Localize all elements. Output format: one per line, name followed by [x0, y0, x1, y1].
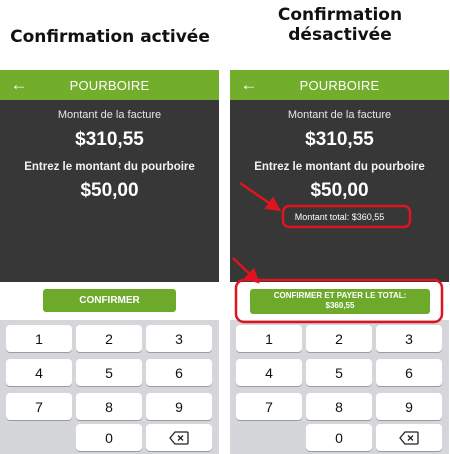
key-7[interactable]: 7 — [236, 393, 302, 420]
key-8[interactable]: 8 — [306, 393, 372, 420]
confirm-button[interactable]: CONFIRMER — [43, 289, 176, 312]
key-0[interactable]: 0 — [306, 424, 372, 451]
arrow-left-icon[interactable]: ← — [10, 75, 28, 95]
key-5[interactable]: 5 — [306, 359, 372, 386]
heading-line-2: désactivée — [288, 25, 392, 45]
tip-label: Entrez le montant du pourboire — [254, 161, 425, 173]
key-2[interactable]: 2 — [76, 325, 142, 352]
backspace-icon — [169, 430, 189, 445]
confirm-pay-amount: $360,55 — [325, 301, 355, 310]
key-7[interactable]: 7 — [6, 393, 72, 420]
app-bar-title: POURBOIRE — [299, 77, 380, 93]
amount-panel: Montant de la facture $310,55 Entrez le … — [230, 100, 449, 282]
app-bar: ← POURBOIRE — [230, 70, 449, 100]
key-9[interactable]: 9 — [376, 393, 442, 420]
backspace-key[interactable] — [376, 424, 442, 451]
key-6[interactable]: 6 — [376, 359, 442, 386]
arrow-left-icon[interactable]: ← — [240, 75, 258, 95]
key-5[interactable]: 5 — [76, 359, 142, 386]
amount-panel: Montant de la facture $310,55 Entrez le … — [0, 100, 219, 282]
key-empty — [236, 424, 302, 451]
key-9[interactable]: 9 — [146, 393, 212, 420]
app-bar: ← POURBOIRE — [0, 70, 219, 100]
confirm-and-pay-button[interactable]: CONFIRMER ET PAYER LE TOTAL: $360,55 — [250, 289, 430, 314]
backspace-key[interactable] — [146, 424, 212, 451]
screen-confirmation-disabled: ← POURBOIRE Montant de la facture $310,5… — [230, 70, 449, 454]
tip-label: Entrez le montant du pourboire — [24, 161, 195, 173]
key-6[interactable]: 6 — [146, 359, 212, 386]
invoice-label: Montant de la facture — [287, 109, 392, 121]
key-0[interactable]: 0 — [76, 424, 142, 451]
invoice-amount: $310,55 — [75, 129, 144, 150]
backspace-icon — [399, 430, 419, 445]
numeric-keypad: 1 2 3 4 5 6 7 8 9 0 — [0, 320, 219, 454]
total-amount-text: Montant total: $360,55 — [294, 212, 385, 222]
key-3[interactable]: 3 — [376, 325, 442, 352]
key-4[interactable]: 4 — [6, 359, 72, 386]
key-4[interactable]: 4 — [236, 359, 302, 386]
tip-amount[interactable]: $50,00 — [0, 180, 219, 202]
key-3[interactable]: 3 — [146, 325, 212, 352]
app-bar-title: POURBOIRE — [69, 77, 150, 93]
confirm-pay-label: CONFIRMER ET PAYER LE TOTAL: — [273, 291, 407, 300]
key-1[interactable]: 1 — [6, 325, 72, 352]
key-1[interactable]: 1 — [236, 325, 302, 352]
key-8[interactable]: 8 — [76, 393, 142, 420]
key-2[interactable]: 2 — [306, 325, 372, 352]
invoice-amount: $310,55 — [305, 129, 374, 150]
button-area: CONFIRMER — [0, 282, 219, 320]
invoice-label: Montant de la facture — [57, 109, 162, 121]
button-area: CONFIRMER ET PAYER LE TOTAL: $360,55 — [230, 282, 449, 320]
screen-confirmation-enabled: ← POURBOIRE Montant de la facture $310,5… — [0, 70, 219, 454]
key-empty — [6, 424, 72, 451]
heading-confirmation-disabled: Confirmation désactivée — [230, 5, 450, 45]
heading-confirmation-enabled: Confirmation activée — [10, 27, 210, 47]
numeric-keypad: 1 2 3 4 5 6 7 8 9 0 — [230, 320, 449, 454]
heading-line-1: Confirmation — [277, 5, 403, 25]
tip-amount[interactable]: $50,00 — [230, 180, 449, 202]
